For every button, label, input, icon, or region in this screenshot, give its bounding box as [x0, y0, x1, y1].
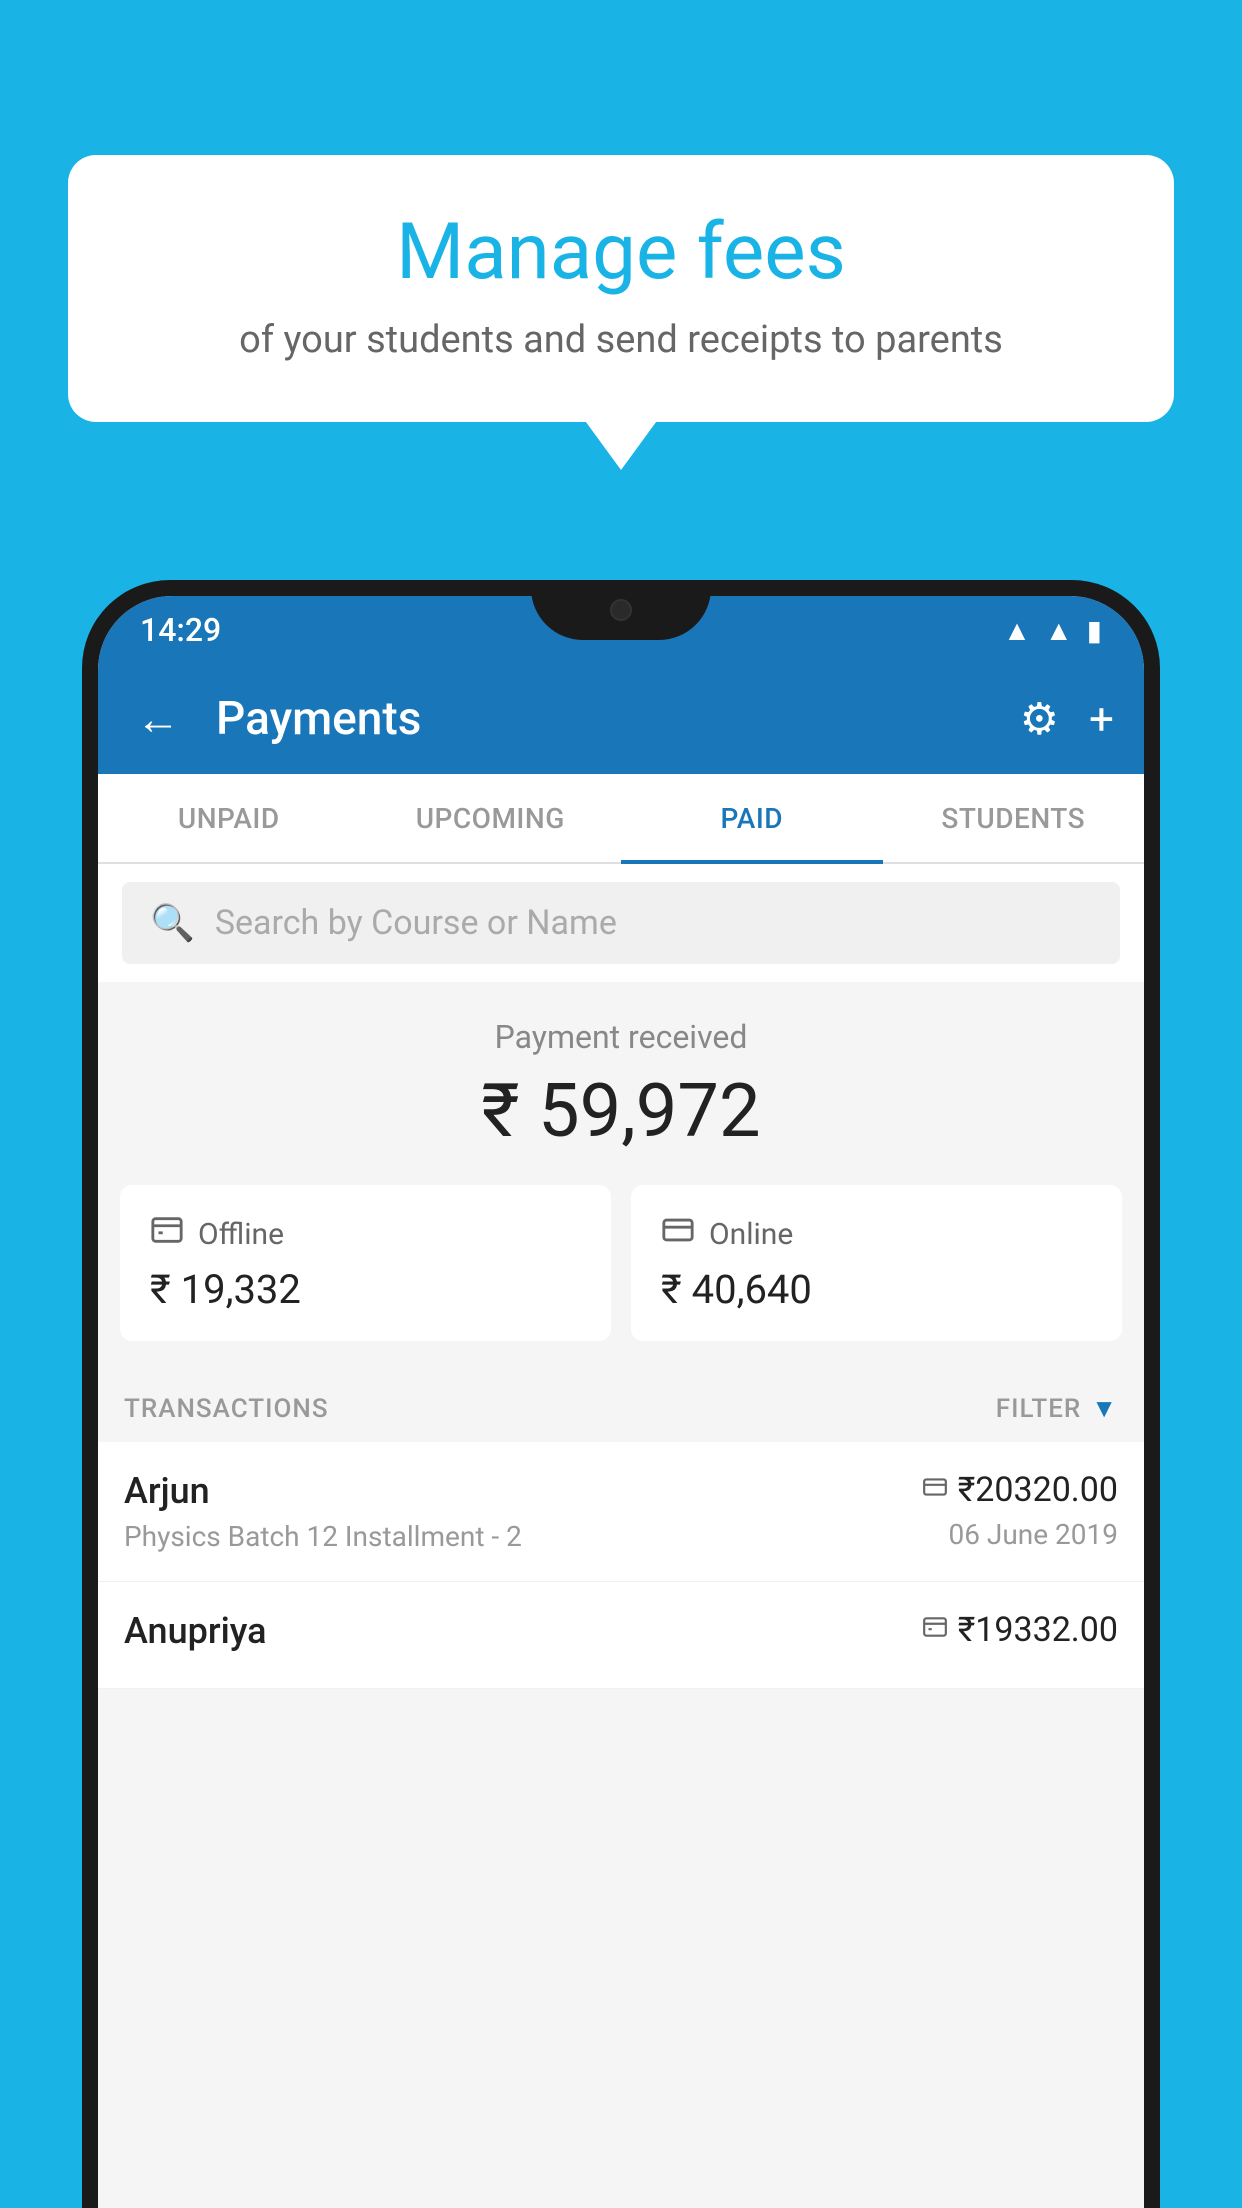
online-card-header: Online — [661, 1213, 1092, 1256]
tx-type-icon — [922, 1474, 948, 1507]
search-bar: 🔍 Search by Course or Name — [98, 864, 1144, 982]
tx-name: Arjun — [124, 1470, 922, 1512]
back-button[interactable]: ← — [128, 693, 188, 745]
transactions-header: TRANSACTIONS FILTER ▼ — [98, 1369, 1144, 1442]
app-bar-title: Payments — [216, 692, 992, 746]
offline-label: Offline — [198, 1217, 284, 1252]
tabs: UNPAID UPCOMING PAID STUDENTS — [98, 774, 1144, 864]
online-card: Online ₹ 40,640 — [631, 1185, 1122, 1341]
transactions-label: TRANSACTIONS — [124, 1394, 329, 1424]
tx-left: Anupriya — [124, 1610, 922, 1660]
status-time: 14:29 — [140, 611, 221, 649]
main-area: 🔍 Search by Course or Name Payment recei… — [98, 864, 1144, 2208]
tx-right: ₹20320.00 06 June 2019 — [922, 1470, 1118, 1551]
phone-screen: 14:29 ▲ ▲ ▮ ← Payments ⚙ + UNPAID UPCOMI… — [98, 596, 1144, 2208]
tx-amount: ₹20320.00 — [922, 1470, 1118, 1510]
tab-students[interactable]: STUDENTS — [883, 774, 1145, 862]
transaction-row[interactable]: Anupriya ₹19332.00 — [98, 1582, 1144, 1689]
offline-amount: ₹ 19,332 — [150, 1266, 581, 1313]
tx-amount: ₹19332.00 — [922, 1610, 1118, 1650]
tx-detail: Physics Batch 12 Installment - 2 — [124, 1520, 922, 1553]
payment-received-section: Payment received ₹ 59,972 — [98, 982, 1144, 1185]
phone-frame: 14:29 ▲ ▲ ▮ ← Payments ⚙ + UNPAID UPCOMI… — [82, 580, 1160, 2208]
search-input-wrapper[interactable]: 🔍 Search by Course or Name — [122, 882, 1120, 964]
speech-bubble: Manage fees of your students and send re… — [68, 155, 1174, 422]
tx-name: Anupriya — [124, 1610, 922, 1652]
tx-right: ₹19332.00 — [922, 1610, 1118, 1658]
filter-label: FILTER — [996, 1394, 1081, 1424]
search-icon: 🔍 — [150, 902, 195, 944]
speech-bubble-title: Manage fees — [128, 210, 1114, 296]
add-button[interactable]: + — [1089, 693, 1114, 745]
payment-cards: Offline ₹ 19,332 Online — [98, 1185, 1144, 1369]
tab-unpaid[interactable]: UNPAID — [98, 774, 360, 862]
tx-date: 06 June 2019 — [922, 1518, 1118, 1551]
offline-icon — [150, 1213, 184, 1256]
tab-upcoming[interactable]: UPCOMING — [360, 774, 622, 862]
app-bar: ← Payments ⚙ + — [98, 664, 1144, 774]
settings-button[interactable]: ⚙ — [1020, 693, 1059, 745]
online-label: Online — [709, 1217, 793, 1252]
wifi-icon: ▲ — [1003, 614, 1031, 647]
online-amount: ₹ 40,640 — [661, 1266, 1092, 1313]
tx-left: Arjun Physics Batch 12 Installment - 2 — [124, 1470, 922, 1553]
speech-bubble-subtitle: of your students and send receipts to pa… — [128, 318, 1114, 362]
offline-card-header: Offline — [150, 1213, 581, 1256]
filter-button[interactable]: FILTER ▼ — [996, 1393, 1118, 1424]
transaction-row[interactable]: Arjun Physics Batch 12 Installment - 2 ₹… — [98, 1442, 1144, 1582]
camera — [610, 599, 632, 621]
filter-icon: ▼ — [1091, 1393, 1118, 1424]
tab-paid[interactable]: PAID — [621, 774, 883, 862]
battery-icon: ▮ — [1087, 614, 1102, 647]
app-bar-actions: ⚙ + — [1020, 693, 1114, 745]
tx-type-icon — [922, 1614, 948, 1647]
search-placeholder: Search by Course or Name — [215, 903, 617, 943]
online-icon — [661, 1213, 695, 1256]
offline-card: Offline ₹ 19,332 — [120, 1185, 611, 1341]
signal-icon: ▲ — [1045, 614, 1073, 647]
payment-received-amount: ₹ 59,972 — [98, 1068, 1144, 1155]
phone-notch — [531, 580, 711, 640]
status-icons: ▲ ▲ ▮ — [1003, 614, 1102, 647]
payment-received-label: Payment received — [98, 1018, 1144, 1056]
